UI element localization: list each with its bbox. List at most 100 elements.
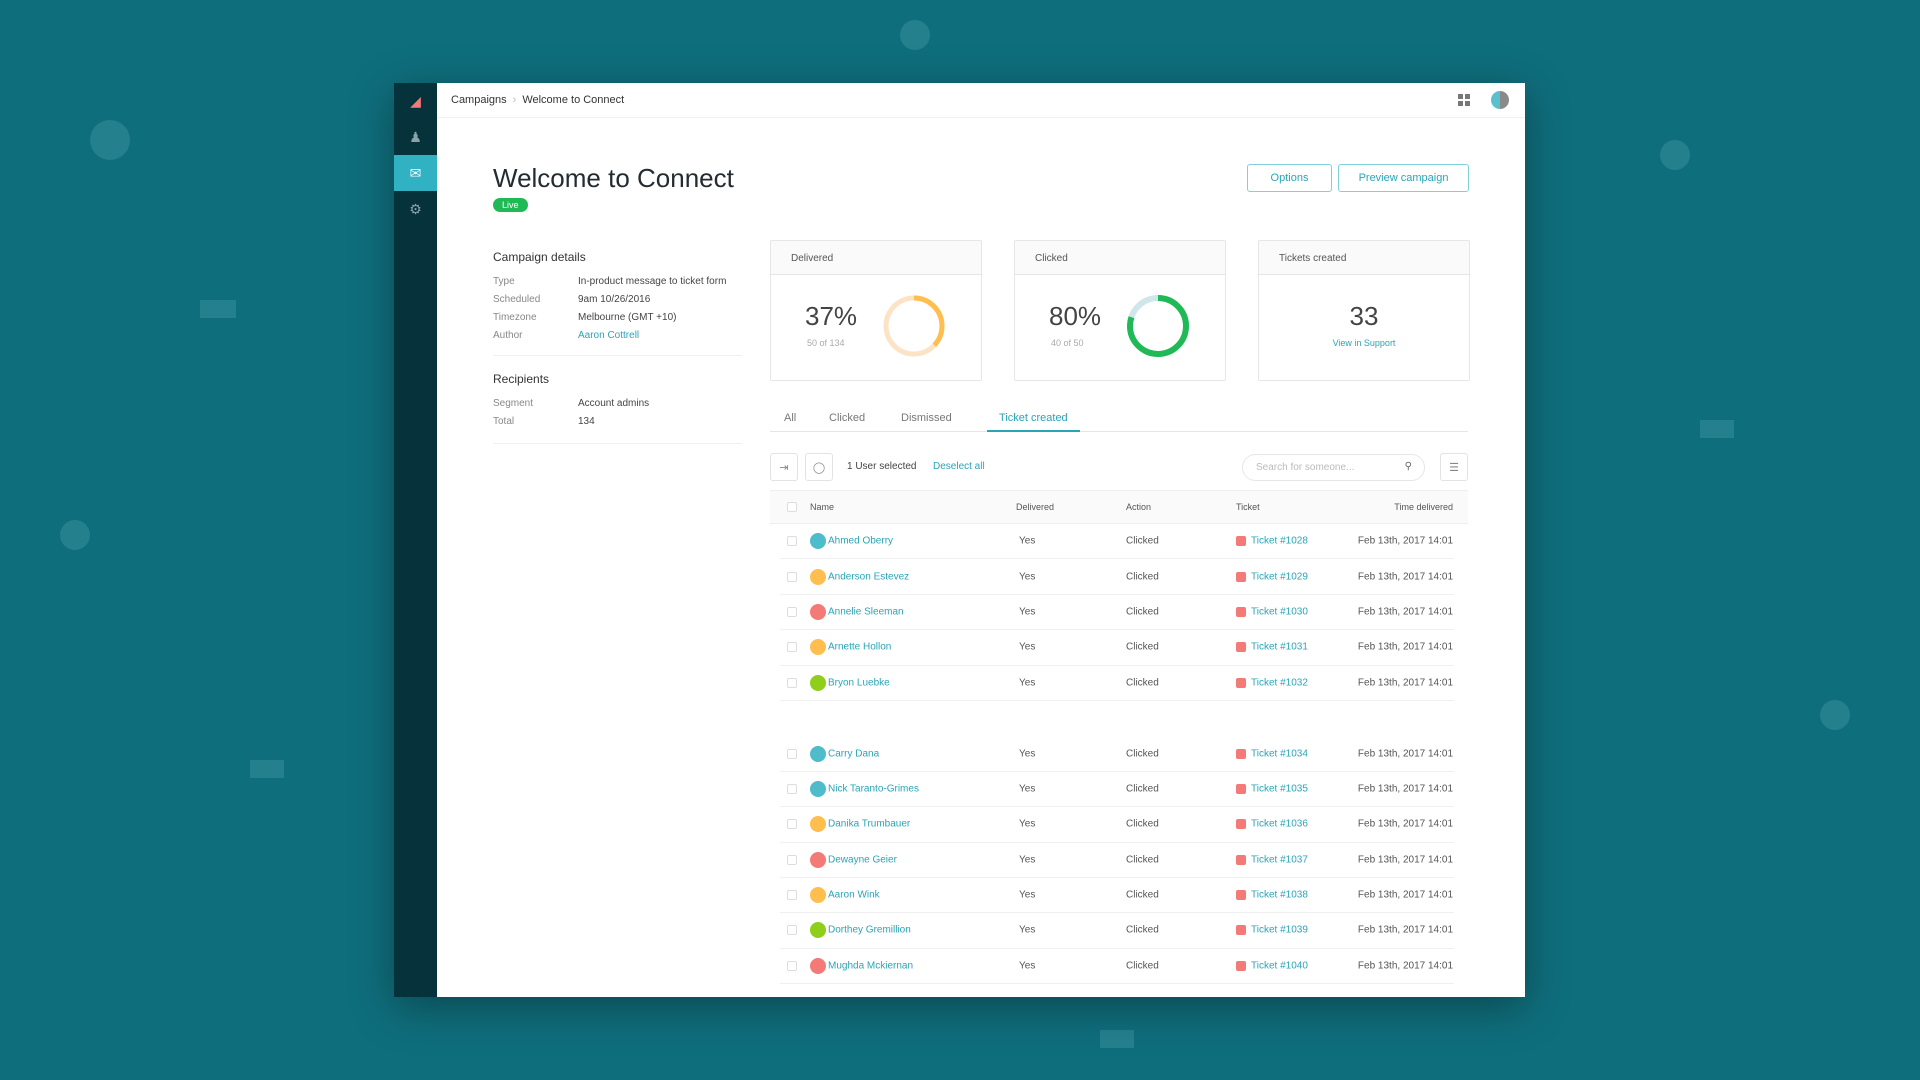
search-icon: ⚲: [1404, 461, 1412, 472]
time-cell: Feb 13th, 2017 14:01: [1357, 783, 1453, 795]
author-link[interactable]: Aaron Cottrell: [578, 330, 639, 341]
ticket-icon: [1236, 819, 1246, 830]
select-all-checkbox[interactable]: [787, 502, 797, 512]
table-row[interactable]: Carry Dana Yes Clicked Ticket #1034 Feb …: [780, 736, 1454, 772]
time-cell: Feb 13th, 2017 14:01: [1357, 924, 1453, 936]
table-row[interactable]: Bryon Luebke Yes Clicked Ticket #1032 Fe…: [780, 666, 1454, 701]
column-header[interactable]: Time delivered: [1394, 502, 1453, 512]
row-checkbox[interactable]: [787, 606, 797, 617]
row-checkbox[interactable]: [787, 783, 797, 794]
user-name-link[interactable]: Danika Trumbauer: [828, 819, 910, 830]
ticket-link[interactable]: Ticket #1029: [1251, 571, 1308, 582]
row-checkbox[interactable]: [787, 748, 797, 759]
table-row[interactable]: Aaron Wink Yes Clicked Ticket #1038 Feb …: [780, 878, 1454, 914]
time-cell: Feb 13th, 2017 14:01: [1357, 854, 1453, 866]
user-name-link[interactable]: Annelie Sleeman: [828, 606, 904, 617]
export-button[interactable]: ⇥: [770, 453, 798, 481]
divider: [493, 355, 742, 356]
detail-label: Timezone: [493, 311, 537, 323]
user-name-link[interactable]: Mughda Mckiernan: [828, 960, 913, 971]
mail-icon[interactable]: ✉: [394, 155, 437, 191]
action-cell: Clicked: [1126, 854, 1159, 866]
detail-label: Type: [493, 275, 515, 287]
avatar: [810, 568, 826, 585]
tab-ticket-created[interactable]: Ticket created: [987, 412, 1080, 432]
column-header[interactable]: Action: [1126, 502, 1151, 512]
row-checkbox[interactable]: [787, 536, 797, 547]
user-name-link[interactable]: Bryon Luebke: [828, 677, 890, 688]
recipients: Recipients Segment Account admins Total 13…: [493, 372, 742, 430]
ticket-link[interactable]: Ticket #1032: [1251, 677, 1308, 688]
ticket-link[interactable]: Ticket #1035: [1251, 783, 1308, 794]
table-row[interactable]: Arnette Hollon Yes Clicked Ticket #1031 …: [780, 630, 1454, 666]
row-checkbox[interactable]: [787, 854, 797, 865]
avatar: [810, 603, 826, 620]
row-checkbox[interactable]: [787, 890, 797, 901]
deselect-all-link[interactable]: Deselect all: [933, 461, 985, 472]
ticket-link[interactable]: Ticket #1030: [1251, 606, 1308, 617]
column-header[interactable]: Delivered: [1016, 502, 1054, 512]
row-checkbox[interactable]: [787, 819, 797, 830]
user-name-link[interactable]: Aaron Wink: [828, 890, 880, 901]
user-name-link[interactable]: Ahmed Oberry: [828, 536, 893, 547]
ticket-link[interactable]: Ticket #1036: [1251, 819, 1308, 830]
detail-value: Account admins: [578, 397, 650, 409]
options-button[interactable]: Options: [1247, 164, 1332, 192]
ticket-link[interactable]: Ticket #1038: [1251, 890, 1308, 901]
ticket-link[interactable]: Ticket #1040: [1251, 960, 1308, 971]
ticket-link[interactable]: Ticket #1039: [1251, 925, 1308, 936]
user-name-link[interactable]: Nick Taranto-Grimes: [828, 783, 919, 794]
user-name-link[interactable]: Anderson Estevez: [828, 571, 909, 582]
reply-button[interactable]: ◯: [805, 453, 833, 481]
row-checkbox[interactable]: [787, 925, 797, 936]
table-row[interactable]: Anderson Estevez Yes Clicked Ticket #102…: [780, 559, 1454, 595]
column-header[interactable]: Name: [810, 502, 834, 512]
table-row[interactable]: Mughda Mckiernan Yes Clicked Ticket #104…: [780, 949, 1454, 985]
table-row[interactable]: Dewayne Geier Yes Clicked Ticket #1037 F…: [780, 843, 1454, 878]
action-cell: Clicked: [1126, 924, 1159, 936]
table-row[interactable]: Nick Taranto-Grimes Yes Clicked Ticket #…: [780, 772, 1454, 808]
menu-button[interactable]: ☰: [1440, 453, 1468, 481]
detail-value: In-product message to ticket form: [578, 275, 727, 287]
tab-all[interactable]: All: [784, 412, 796, 424]
row-checkbox[interactable]: [787, 642, 797, 653]
gear-icon[interactable]: ⚙: [394, 191, 437, 227]
ticket-icon: [1236, 748, 1246, 759]
user-avatar[interactable]: [1491, 91, 1509, 109]
table-row[interactable]: Ahmed Oberry Yes Clicked Ticket #1028 Fe…: [780, 524, 1454, 560]
tab-clicked[interactable]: Clicked: [829, 412, 865, 424]
ticket-link[interactable]: Ticket #1034: [1251, 748, 1308, 759]
users-icon[interactable]: ♟: [394, 119, 437, 155]
ticket-link[interactable]: Ticket #1031: [1251, 642, 1308, 653]
column-header[interactable]: Ticket: [1236, 502, 1260, 512]
user-name-link[interactable]: Carry Dana: [828, 748, 879, 759]
view-in-support-link[interactable]: View in Support: [1259, 338, 1469, 348]
row-checkbox[interactable]: [787, 571, 797, 582]
time-cell: Feb 13th, 2017 14:01: [1357, 535, 1453, 547]
user-name-link[interactable]: Arnette Hollon: [828, 642, 891, 653]
search-input[interactable]: Search for someone... ⚲: [1242, 454, 1425, 481]
ticket-icon: [1236, 854, 1246, 865]
avatar: [810, 533, 826, 550]
ticket-link[interactable]: Ticket #1028: [1251, 536, 1308, 547]
preview-campaign-button[interactable]: Preview campaign: [1338, 164, 1469, 192]
apps-grid-icon[interactable]: [1458, 94, 1470, 106]
bg-shape: [900, 20, 930, 50]
delivered-card: Delivered 37% 50 of 134: [770, 240, 982, 381]
user-name-link[interactable]: Dorthey Gremillion: [828, 925, 911, 936]
table-row[interactable]: Annelie Sleeman Yes Clicked Ticket #1030…: [780, 595, 1454, 631]
delivered-cell: Yes: [1019, 641, 1036, 653]
delivered-cell: Yes: [1019, 677, 1036, 689]
ticket-icon: [1236, 890, 1246, 901]
user-name-link[interactable]: Dewayne Geier: [828, 854, 897, 865]
breadcrumb-campaigns[interactable]: Campaigns: [451, 94, 507, 106]
logo-icon[interactable]: ◢: [394, 83, 437, 119]
detail-value: 9am 10/26/2016: [578, 293, 651, 305]
table-row[interactable]: Danika Trumbauer Yes Clicked Ticket #103…: [780, 807, 1454, 843]
bg-shape: [60, 520, 90, 550]
tab-dismissed[interactable]: Dismissed: [901, 412, 952, 424]
ticket-link[interactable]: Ticket #1037: [1251, 854, 1308, 865]
table-row[interactable]: Dorthey Gremillion Yes Clicked Ticket #1…: [780, 913, 1454, 949]
row-checkbox[interactable]: [787, 677, 797, 688]
row-checkbox[interactable]: [787, 960, 797, 971]
